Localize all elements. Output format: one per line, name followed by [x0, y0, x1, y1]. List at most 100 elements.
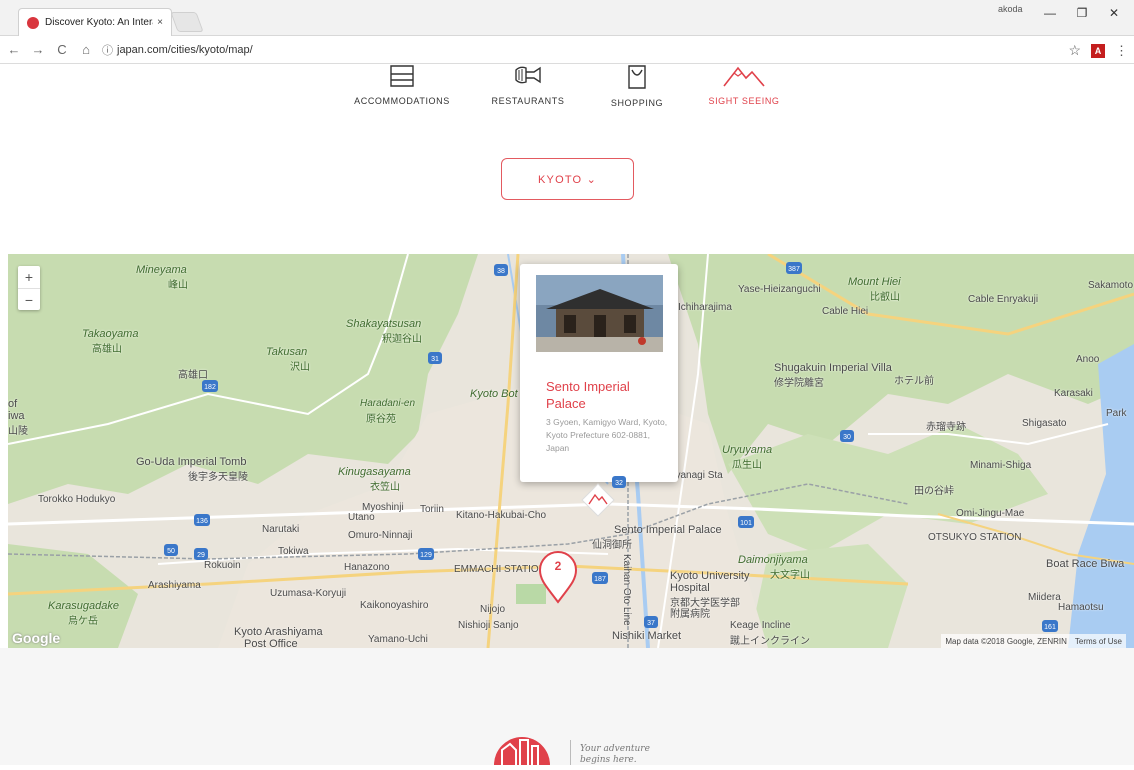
map-label: Cable Enryakuji: [968, 294, 1039, 305]
category-label: ACCOMMODATIONS: [354, 96, 450, 106]
favicon-icon: [27, 16, 39, 29]
tab-title: Discover Kyoto: An Intera: [45, 17, 154, 28]
category-accommodations[interactable]: ACCOMMODATIONS: [340, 64, 464, 106]
page-scrollbar[interactable]: [1128, 64, 1134, 765]
map-label: 仙洞御所: [592, 540, 632, 551]
place-title[interactable]: Sento Imperial Palace: [546, 378, 666, 412]
map-label: 烏ケ岳: [68, 616, 98, 627]
browser-tab[interactable]: Discover Kyoto: An Intera ×: [18, 8, 172, 36]
cluster-marker[interactable]: 2: [536, 550, 580, 604]
address-bar: ← → C ⌂ ⓘ japan.com/cities/kyoto/map/ ☆ …: [0, 36, 1134, 64]
new-tab-button[interactable]: [170, 12, 204, 32]
minimize-button[interactable]: —: [1040, 6, 1060, 20]
category-sight-seeing[interactable]: SIGHT SEEING: [696, 64, 792, 106]
map-label: 大文字山: [770, 570, 810, 581]
google-logo[interactable]: Google: [12, 630, 60, 646]
map-label: Utano: [348, 512, 375, 523]
map-label: Miidera: [1028, 592, 1061, 603]
zoom-out-button[interactable]: −: [18, 288, 40, 310]
map-label: OTSUKYO STATION: [928, 532, 1022, 543]
menu-icon[interactable]: ⋮: [1115, 43, 1128, 59]
sightseeing-marker[interactable]: [580, 482, 616, 532]
map-attribution: Map data ©2018 Google, ZENRIN Terms of U…: [941, 634, 1126, 648]
map-label: Mineyama: [136, 264, 187, 276]
map[interactable]: Mineyama 峰山 Takaoyama 高雄山 Shakayatsusan …: [8, 254, 1134, 648]
map-label: Karasugadake: [48, 600, 119, 612]
category-label: SHOPPING: [610, 98, 664, 108]
url-text: japan.com/cities/kyoto/map/: [117, 43, 253, 56]
tagline-line: Your adventure: [580, 744, 650, 754]
terms-of-use-link[interactable]: Terms of Use: [1075, 637, 1122, 646]
map-label: EMMACHI STATION: [454, 564, 546, 575]
map-label: 衣笠山: [370, 482, 400, 493]
map-label: Takaoyama: [82, 328, 139, 340]
map-label: Shigasato: [1022, 418, 1067, 429]
site-logo[interactable]: [490, 720, 554, 765]
info-icon[interactable]: ⓘ: [102, 42, 113, 58]
map-label: Takusan: [266, 346, 308, 358]
map-label: 高雄口: [178, 370, 208, 381]
map-label: Kaikonoyashiro: [360, 600, 429, 611]
url-field[interactable]: ⓘ japan.com/cities/kyoto/map/: [102, 42, 253, 58]
map-label: 沢山: [290, 362, 310, 373]
sightseeing-marker-icon: [581, 483, 615, 517]
bed-icon: [390, 65, 414, 87]
zoom-in-button[interactable]: +: [18, 266, 40, 288]
map-label: Karasaki: [1054, 388, 1093, 399]
map-label: Uzumasa-Koryuji: [270, 588, 347, 599]
map-label: 赤瑠寺跡: [926, 422, 966, 433]
pdf-extension-icon[interactable]: A: [1091, 43, 1105, 58]
map-label: Narutaki: [262, 524, 300, 535]
tab-close-icon[interactable]: ×: [157, 17, 163, 28]
map-label: 原谷苑: [366, 414, 396, 425]
map-label: Park: [1106, 408, 1127, 419]
map-label: Shakayatsusan: [346, 318, 422, 330]
map-label: Cable Hiei: [822, 306, 869, 317]
place-address: 3 Gyoen, Kamigyo Ward, Kyoto, Kyoto Pref…: [546, 417, 668, 453]
reload-icon[interactable]: C: [52, 42, 72, 57]
category-nav: ACCOMMODATIONS RESTAURANTS SHOPPING SIGH…: [340, 64, 800, 114]
forward-icon[interactable]: →: [28, 42, 48, 57]
restore-button[interactable]: ❐: [1072, 6, 1092, 20]
map-label: Kyoto Bot: [470, 388, 518, 400]
map-label: Kyoto University: [670, 570, 750, 582]
map-label: 比叡山: [870, 292, 900, 303]
bookmark-star-icon[interactable]: ☆: [1068, 42, 1081, 59]
home-icon[interactable]: ⌂: [76, 42, 96, 57]
category-shopping[interactable]: SHOPPING: [594, 64, 680, 108]
restaurant-icon: [515, 66, 541, 84]
map-label: Nijojo: [480, 604, 506, 615]
map-label: Sento Imperial Palace: [614, 524, 722, 536]
map-label: Ichiharajima: [678, 302, 732, 313]
map-label: Hamaotsu: [1058, 602, 1104, 613]
map-label: Uryuyama: [722, 444, 773, 456]
browser-titlebar: Discover Kyoto: An Intera × akoda — ❐ ✕: [0, 0, 1134, 36]
footer-tagline: Your adventure begins here.: [580, 744, 650, 766]
map-label: 田の谷峠: [914, 486, 954, 497]
map-label: Nishioji Sanjo: [458, 620, 519, 631]
profile-name[interactable]: akoda: [998, 4, 1023, 14]
city-selector-button[interactable]: KYOTO ⌄: [501, 158, 634, 200]
map-label: Toriin: [420, 504, 444, 515]
map-label: Yase-Hieizanguchi: [738, 284, 821, 295]
map-label: Go-Uda Imperial Tomb: [136, 456, 247, 468]
shopping-bag-icon: [628, 65, 646, 89]
tagline-line: begins here.: [580, 755, 637, 765]
map-label: 附属病院: [670, 609, 710, 620]
footer: Your adventure begins here.: [0, 648, 1134, 765]
map-label: 高雄山: [92, 344, 122, 355]
map-label: Anoo: [1076, 354, 1100, 365]
place-photo: [536, 275, 663, 352]
map-label: Yamano-Uchi: [368, 634, 428, 645]
map-label: Daimonjiyama: [738, 554, 808, 566]
map-label: Nishiki Market: [612, 630, 682, 642]
place-info-popup[interactable]: Sento Imperial Palace 3 Gyoen, Kamigyo W…: [520, 264, 678, 482]
close-window-button[interactable]: ✕: [1104, 6, 1124, 20]
map-label: Arashiyama: [148, 580, 201, 591]
mountain-icon: [723, 66, 765, 87]
category-restaurants[interactable]: RESTAURANTS: [480, 64, 576, 106]
map-label: 修学院離宮: [774, 378, 824, 389]
map-label: Kinugasayama: [338, 466, 411, 478]
map-label: Haradani-en: [360, 398, 416, 409]
back-icon[interactable]: ←: [4, 42, 24, 57]
